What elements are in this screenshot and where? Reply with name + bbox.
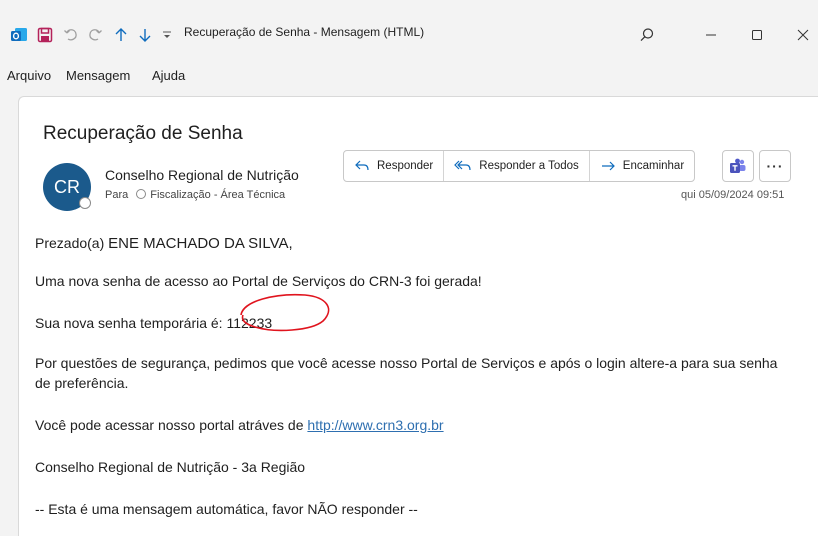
message-pane: Recuperação de Senha CR Conselho Regiona…: [18, 96, 818, 536]
forward-label: Encaminhar: [622, 160, 685, 172]
reply-all-label: Responder a Todos: [479, 160, 579, 172]
greeting-line: Prezado(a) ENE MACHADO DA SILVA,: [35, 233, 293, 254]
up-arrow-icon[interactable]: [112, 26, 130, 44]
message-subject: Recuperação de Senha: [43, 123, 243, 144]
avatar-initials: CR: [54, 176, 80, 197]
to-recipient[interactable]: Fiscalização - Área Técnica: [150, 189, 285, 201]
body-line-new-password: Uma nova senha de acesso ao Portal de Se…: [35, 273, 482, 289]
temp-password-label: Sua nova senha temporária é:: [35, 315, 227, 331]
presence-status-icon: [79, 197, 91, 209]
menu-bar: Arquivo Mensagem Ajuda: [0, 64, 818, 88]
portal-link[interactable]: http://www.crn3.org.br: [307, 417, 443, 433]
body-line-portal: Você pode acessar nosso portal atráves d…: [35, 415, 444, 435]
sender-name[interactable]: Conselho Regional de Nutrição: [105, 167, 299, 183]
customize-quick-access-icon[interactable]: [160, 26, 174, 44]
outlook-icon[interactable]: [10, 26, 28, 44]
save-icon[interactable]: [36, 26, 54, 44]
down-arrow-icon[interactable]: [136, 26, 154, 44]
more-actions-button[interactable]: ···: [759, 150, 791, 182]
body-line-automatic: -- Esta é uma mensagem automática, favor…: [35, 501, 418, 517]
to-label: Para: [105, 189, 129, 201]
redo-icon[interactable]: [86, 26, 104, 44]
close-icon[interactable]: [794, 26, 812, 44]
menu-item-ajuda[interactable]: Ajuda: [152, 68, 185, 83]
recipient-name: ENE MACHADO DA SILVA,: [108, 235, 293, 252]
reply-actions-group: Responder Responder a Todos Encaminhar: [343, 150, 696, 182]
temp-password-value: 112233: [226, 315, 273, 331]
teams-button[interactable]: [722, 150, 754, 182]
maximize-icon[interactable]: [748, 26, 766, 44]
search-icon[interactable]: [638, 26, 656, 44]
body-line-security: Por questões de segurança, pedimos que v…: [35, 355, 778, 391]
body-line-signature: Conselho Regional de Nutrição - 3a Regiã…: [35, 459, 306, 475]
recipient-status-icon: [136, 189, 147, 199]
reply-all-icon: [454, 160, 471, 171]
reply-all-button[interactable]: Responder a Todos: [444, 151, 590, 181]
message-date: qui 05/09/2024 09:51: [681, 189, 785, 201]
teams-icon: [730, 158, 746, 173]
reply-button[interactable]: Responder: [344, 151, 445, 181]
recipients-line: Para Fiscalização - Área Técnica: [105, 189, 285, 201]
reply-label: Responder: [377, 160, 434, 172]
more-icon: ···: [766, 158, 784, 174]
minimize-icon[interactable]: [702, 26, 720, 44]
forward-icon: [601, 161, 615, 171]
portal-text: Você pode acessar nosso portal atráves d…: [35, 417, 308, 433]
body-line-temp-password: Sua nova senha temporária é: 112233: [35, 313, 272, 333]
menu-item-arquivo[interactable]: Arquivo: [7, 68, 51, 83]
title-bar: Recuperação de Senha - Mensagem (HTML): [0, 0, 818, 64]
menu-item-mensagem[interactable]: Mensagem: [66, 68, 130, 83]
window-title: Recuperação de Senha - Mensagem (HTML): [184, 25, 425, 39]
forward-button[interactable]: Encaminhar: [590, 151, 694, 181]
greeting-text: Prezado(a): [35, 235, 109, 251]
reply-icon: [355, 160, 369, 171]
undo-icon[interactable]: [62, 26, 80, 44]
